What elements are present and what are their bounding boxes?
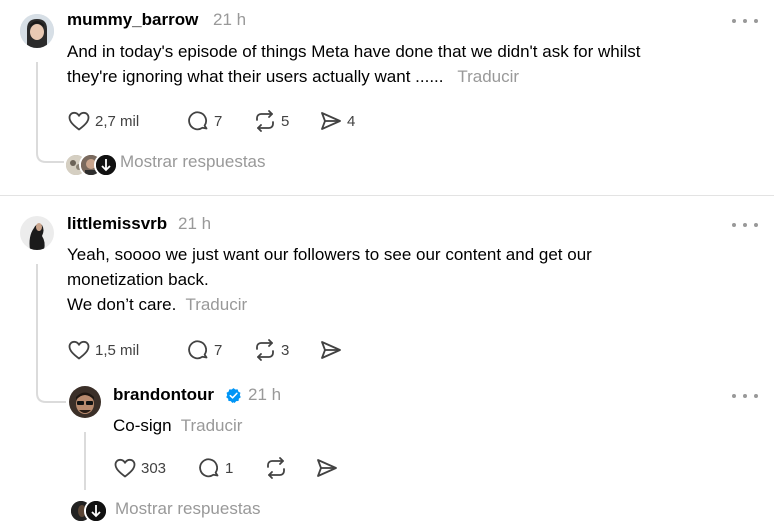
avatar-mummy-barrow[interactable] [20,14,54,48]
more-options-icon[interactable] [732,14,758,28]
share-count: 4 [347,112,356,130]
share-button[interactable] [315,456,339,480]
avatar-image [20,216,54,250]
comment-count: 7 [214,112,223,130]
avatar-littlemissvrb[interactable] [20,216,54,250]
more-options-icon[interactable] [732,389,758,403]
post-text-line: monetization back. [67,270,209,289]
comment-count: 7 [214,341,223,359]
post-text-line: Yeah, soooo we just want our followers t… [67,245,592,264]
show-replies-link[interactable]: Mostrar respuestas [120,152,266,172]
reply-text: Co-sign Traducir [113,413,713,438]
post-text-line: We don’t care. [67,295,177,314]
thread-line [36,62,38,152]
reply-avatars-stack[interactable] [64,153,118,177]
reply-timestamp[interactable]: 21 h [248,385,281,405]
heart-icon [68,340,90,360]
repost-icon [256,339,274,361]
comment-icon [188,340,208,360]
show-replies-link[interactable]: Mostrar respuestas [115,499,261,519]
avatar-brandontour[interactable] [69,386,101,418]
heart-icon [114,458,136,478]
thread-line [84,432,86,490]
heart-icon [68,111,90,131]
repost-icon [267,457,285,479]
like-button[interactable]: 2,7 mil [67,109,139,133]
verified-badge-icon [226,388,241,403]
post-text-line: And in today's episode of things Meta ha… [67,42,641,61]
repost-count: 3 [281,341,290,359]
translate-link[interactable]: Traducir [181,416,243,435]
like-button[interactable]: 303 [113,456,166,480]
mini-avatar [84,499,108,523]
comment-icon [188,111,208,131]
share-icon [321,341,341,359]
post-username[interactable]: littlemissvrb [67,214,167,234]
like-count: 2,7 mil [95,112,140,130]
comment-icon [199,458,219,478]
reply-avatars-stack[interactable] [69,499,108,523]
repost-button[interactable] [264,456,288,480]
post-text-line-with-translate: We don’t care. Traducir [67,292,747,317]
post-timestamp[interactable]: 21 h [213,10,246,30]
post-text-line-with-translate: they're ignoring what their users actual… [67,64,747,89]
share-icon [321,112,341,130]
like-count: 1,5 mil [95,341,140,359]
comment-button[interactable]: 7 [186,338,222,362]
avatar-image [20,14,54,48]
like-count: 303 [141,459,167,477]
avatar-image [69,386,101,418]
like-button[interactable]: 1,5 mil [67,338,139,362]
comment-count: 1 [225,459,234,477]
reply-username[interactable]: brandontour [113,385,214,405]
translate-link[interactable]: Traducir [457,67,519,86]
post-divider [0,195,774,196]
repost-button[interactable]: 5 [253,109,289,133]
thread-curve [36,388,66,403]
repost-button[interactable]: 3 [253,338,289,362]
mini-avatar [94,153,118,177]
repost-icon [256,110,274,132]
share-button[interactable]: 4 [319,109,355,133]
thread-curve [36,148,64,163]
thread-line [36,264,38,392]
post-timestamp[interactable]: 21 h [178,214,211,234]
repost-count: 5 [281,112,290,130]
comment-button[interactable]: 1 [197,456,233,480]
translate-link[interactable]: Traducir [185,295,247,314]
post-username[interactable]: mummy_barrow [67,10,198,30]
post-text: And in today's episode of things Meta ha… [67,39,747,89]
share-button[interactable] [319,338,343,362]
more-options-icon[interactable] [732,218,758,232]
post-text-line: they're ignoring what their users actual… [67,67,444,86]
reply-text-line: Co-sign [113,416,172,435]
share-icon [317,459,337,477]
comment-button[interactable]: 7 [186,109,222,133]
post-text: Yeah, soooo we just want our followers t… [67,242,747,317]
